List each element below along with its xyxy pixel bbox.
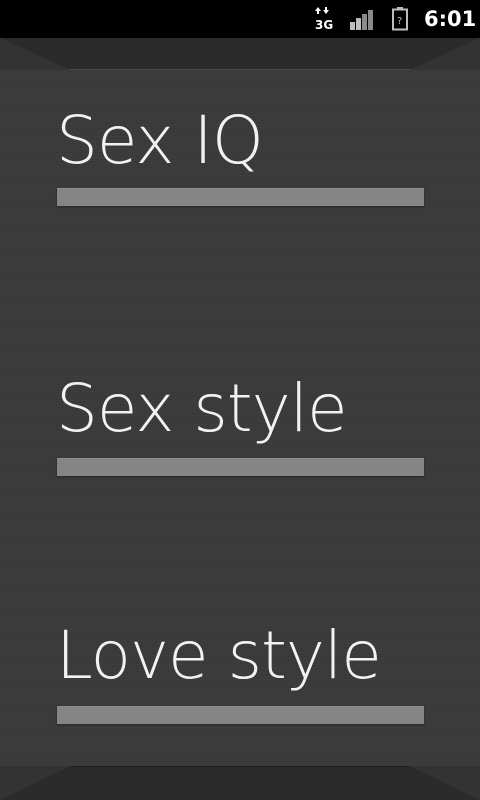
menu-item-underline-bar xyxy=(57,458,424,476)
status-clock: 6:01 xyxy=(424,7,477,31)
menu-item-underline-bar xyxy=(57,188,424,206)
signal-strength-icon xyxy=(350,0,376,38)
menu-item-label: Love style xyxy=(56,617,382,694)
menu-item-label: Sex style xyxy=(56,370,348,447)
status-bar: 3G ? 6:01 xyxy=(0,0,480,38)
app-screen: 3G ? 6:01 Sex IQ Sex style Love style xyxy=(0,0,480,800)
network-type-label: 3G xyxy=(315,18,333,32)
menu-item-label: Sex IQ xyxy=(56,102,264,179)
menu-item-underline-bar xyxy=(57,706,424,724)
battery-state-label: ? xyxy=(397,16,402,27)
data-transfer-3g-icon: 3G xyxy=(314,0,336,38)
top-bevel xyxy=(0,38,480,70)
bottom-bevel xyxy=(0,766,480,800)
main-panel: Sex IQ Sex style Love style xyxy=(0,38,480,800)
battery-unknown-icon: ? xyxy=(390,0,412,38)
